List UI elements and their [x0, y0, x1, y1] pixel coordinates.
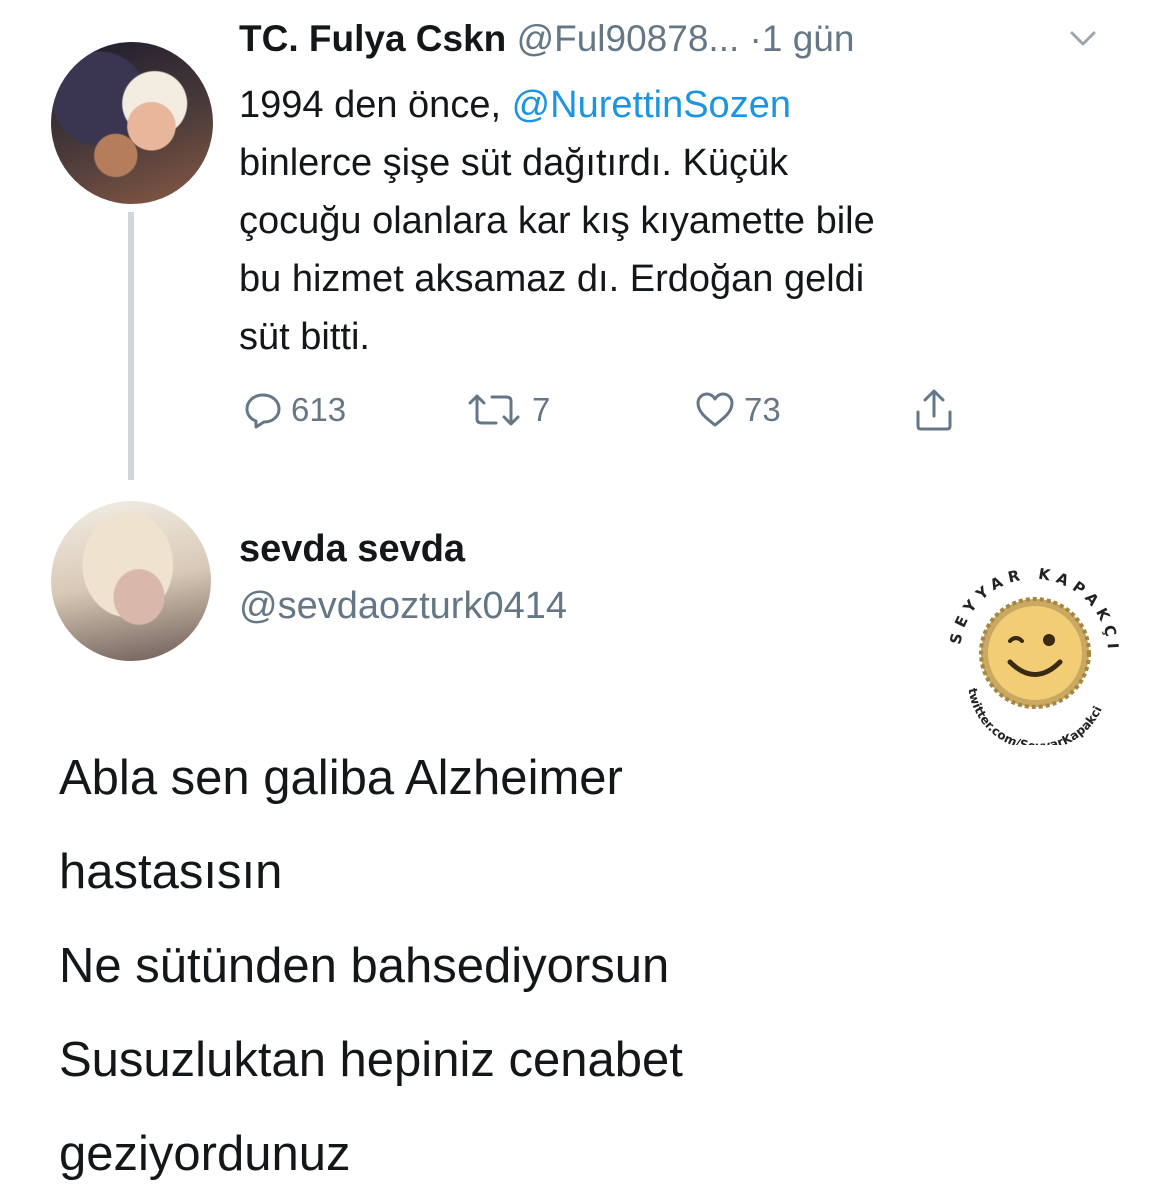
- chevron-down-icon[interactable]: [1068, 28, 1098, 50]
- share-button[interactable]: [914, 388, 954, 432]
- retweet-button[interactable]: 7: [466, 388, 550, 432]
- like-button[interactable]: 73: [694, 388, 781, 432]
- watermark-logo: SEYYAR KAPAKÇI twitter.com/SeyyarKapakci: [946, 565, 1116, 745]
- tweet-timestamp[interactable]: ·1 gün: [750, 18, 855, 59]
- tweet-text-segment: 1994 den önce,: [239, 84, 512, 126]
- tweet-text-line: binlerce şişe süt dağıtırdı. Küçük: [239, 142, 789, 184]
- reply-text: Abla sen galiba Alzheimer hastasısın Ne …: [59, 731, 1059, 1201]
- reply-author-avatar[interactable]: [51, 501, 211, 661]
- reply-text-line: Susuzluktan hepiniz cenabet: [59, 1033, 683, 1087]
- heart-icon: [696, 392, 734, 427]
- mention-link[interactable]: @NurettinSozen: [512, 84, 791, 126]
- like-count: 73: [744, 391, 781, 428]
- reply-text-line: Ne sütünden bahsediyorsun: [59, 939, 670, 993]
- reply-button[interactable]: 613: [243, 388, 346, 432]
- reply-text-line: Abla sen galiba Alzheimer: [59, 751, 623, 805]
- retweet-count: 7: [532, 391, 551, 428]
- reply-text-line: geziyordunuz: [59, 1127, 351, 1181]
- retweet-icon: [468, 394, 520, 426]
- author-handle[interactable]: @Ful90878...: [517, 18, 740, 59]
- author-avatar[interactable]: [51, 42, 213, 204]
- thread-connector-line: [128, 212, 134, 480]
- tweet-text: 1994 den önce, @NurettinSozen binlerce ş…: [239, 76, 1119, 366]
- reply-count: 613: [291, 391, 347, 428]
- tweet-text-line: 1994 den önce, @NurettinSozen: [239, 76, 1119, 134]
- reply-icon: [245, 393, 281, 429]
- tweet-text-line: çocuğu olanlara kar kış kıyamette bile: [239, 200, 875, 242]
- tweet-text-line: süt bitti.: [239, 316, 370, 358]
- tweet-text-line: bu hizmet aksamaz dı. Erdoğan geldi: [239, 258, 865, 300]
- tweet-header: TC. Fulya Cskn @Ful90878... ·1 gün: [239, 18, 854, 60]
- reply-text-line: hastasısın: [59, 845, 283, 899]
- share-icon: [916, 389, 952, 431]
- reply-author-name[interactable]: sevda sevda: [239, 528, 465, 571]
- author-name[interactable]: TC. Fulya Cskn: [239, 18, 506, 59]
- reply-author-handle[interactable]: @sevdaozturk0414: [239, 585, 567, 628]
